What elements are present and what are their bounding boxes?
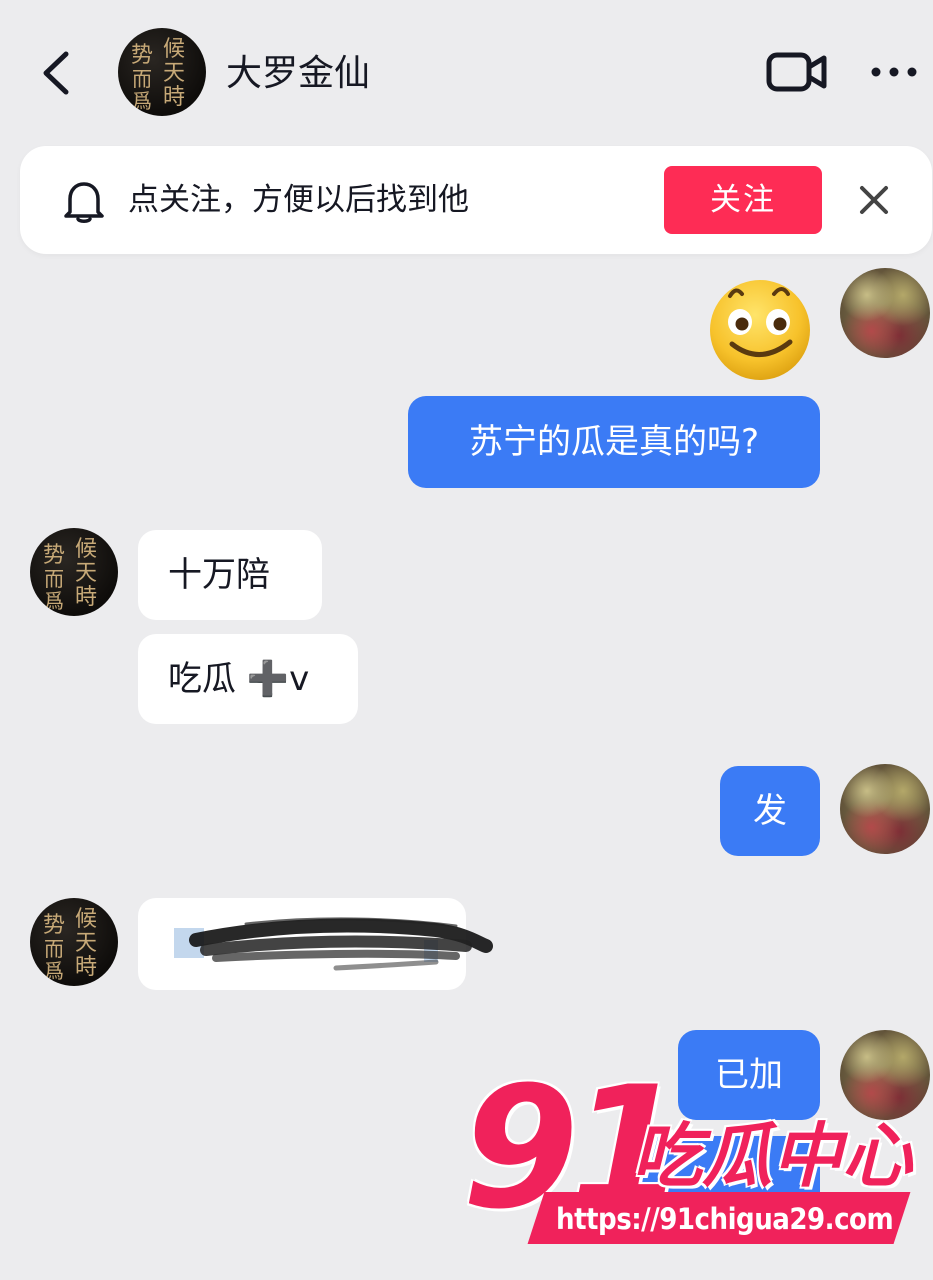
follow-prompt-text: 点关注，方便以后找到他: [128, 182, 469, 218]
outgoing-message[interactable]: 发: [720, 766, 820, 856]
calligraphy-char: 天: [75, 561, 97, 586]
redaction-scribble: [166, 912, 496, 978]
calligraphy-char: 势: [131, 43, 153, 68]
calligraphy-char: 而: [132, 67, 152, 91]
chevron-left-icon: [43, 51, 69, 95]
calligraphy-char: 爲: [44, 959, 64, 983]
smiling-face-emoji-icon: [702, 272, 818, 382]
follow-banner: 点关注，方便以后找到他 关注: [20, 146, 932, 254]
calligraphy-char: 時: [75, 955, 97, 980]
outgoing-message[interactable]: 苏宁的瓜是真的吗?: [408, 396, 820, 488]
calligraphy-char: 爲: [132, 89, 152, 113]
contact-name[interactable]: 大罗金仙: [226, 52, 370, 96]
calligraphy-char: 天: [163, 61, 185, 86]
calligraphy-char: 而: [44, 937, 64, 961]
self-avatar[interactable]: [840, 268, 930, 358]
outgoing-message[interactable]: 已加: [678, 1030, 820, 1120]
calligraphy-char: 候: [75, 907, 97, 932]
video-call-button[interactable]: [766, 50, 828, 94]
watermark-title: 吃瓜中心: [632, 1115, 912, 1197]
incoming-message[interactable]: 十万陪: [138, 530, 322, 620]
calligraphy-char: 候: [163, 37, 185, 62]
watermark-url: https://91chigua29.com: [556, 1202, 894, 1236]
incoming-message[interactable]: 吃瓜 ➕v: [138, 634, 358, 724]
contact-avatar[interactable]: 势 候 而 天 爲 時: [118, 28, 206, 116]
calligraphy-char: 時: [163, 85, 185, 110]
calligraphy-char: 势: [43, 913, 65, 938]
back-button[interactable]: [36, 48, 80, 98]
calligraphy-char: 爲: [44, 589, 64, 613]
contact-avatar[interactable]: 势 候 而 天 爲 時: [30, 528, 118, 616]
follow-button[interactable]: 关注: [664, 166, 822, 234]
self-avatar[interactable]: [840, 764, 930, 854]
close-banner-button[interactable]: [856, 182, 892, 218]
calligraphy-char: 候: [75, 537, 97, 562]
calligraphy-char: 天: [75, 931, 97, 956]
calligraphy-char: 势: [43, 543, 65, 568]
video-camera-icon: [766, 52, 827, 92]
calligraphy-char: 時: [75, 585, 97, 610]
more-dots-icon: [871, 67, 917, 77]
more-options-button[interactable]: [868, 62, 920, 82]
bell-icon: [62, 178, 106, 224]
close-icon: [860, 186, 888, 214]
contact-avatar[interactable]: 势 候 而 天 爲 時: [30, 898, 118, 986]
calligraphy-char: 而: [44, 567, 64, 591]
self-avatar[interactable]: [840, 1030, 930, 1120]
chat-header: 势 候 而 天 爲 時 大罗金仙: [0, 0, 933, 140]
